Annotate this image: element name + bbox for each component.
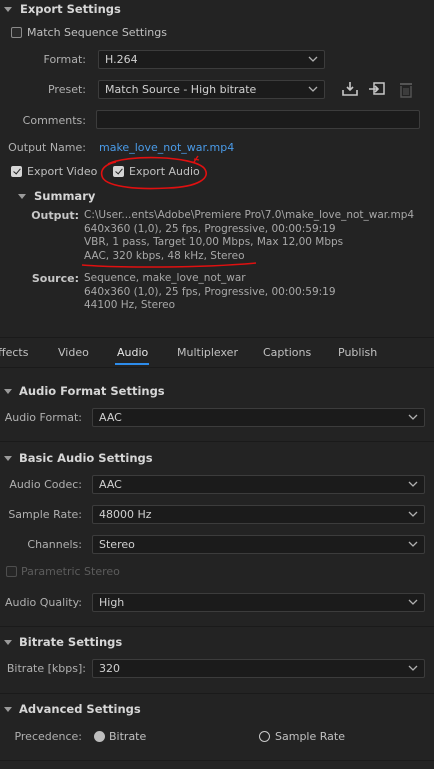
tab-publish[interactable]: Publish <box>338 346 377 359</box>
collapse-arrow-icon[interactable] <box>4 7 12 12</box>
bitrate-dropdown[interactable]: 320 <box>92 659 425 678</box>
chevron-down-icon <box>408 541 418 547</box>
tab-video[interactable]: Video <box>58 346 89 359</box>
channels-value: Stereo <box>99 538 135 551</box>
tabs-bottom-divider <box>0 367 434 368</box>
output-name-label: Output Name: <box>8 141 86 154</box>
chevron-down-icon <box>408 511 418 517</box>
audio-codec-value: AAC <box>99 478 122 491</box>
advanced-title: Advanced Settings <box>19 702 141 716</box>
annotation-circle <box>100 155 207 190</box>
bitrate-radio[interactable] <box>94 731 105 742</box>
preset-value: Match Source - High bitrate <box>105 83 257 96</box>
summary-title: Summary <box>34 189 96 203</box>
collapse-arrow-icon[interactable] <box>4 707 12 712</box>
chevron-down-icon <box>308 86 318 92</box>
bitrate-label: Bitrate [kbps]: <box>6 662 86 675</box>
summary-source-text: Sequence, make_love_not_war 640x360 (1,0… <box>84 272 336 311</box>
tab-effects[interactable]: ffects <box>0 346 28 359</box>
section-divider <box>0 693 434 694</box>
parametric-stereo-checkbox[interactable] <box>6 566 17 577</box>
audio-format-dropdown[interactable]: AAC <box>92 408 425 427</box>
parametric-stereo-label: Parametric Stereo <box>21 565 120 578</box>
sample-rate-label: Sample Rate: <box>8 508 82 521</box>
format-dropdown[interactable]: H.264 <box>98 50 325 69</box>
section-divider <box>0 626 434 627</box>
sample-rate-value: 48000 Hz <box>99 508 152 521</box>
preset-label: Preset: <box>47 83 86 96</box>
format-label: Format: <box>43 53 86 66</box>
sample-rate-radio-label: Sample Rate <box>275 730 345 743</box>
chevron-down-icon <box>408 599 418 605</box>
chevron-down-icon <box>308 56 318 62</box>
comments-input[interactable] <box>96 110 420 129</box>
annotation-underline <box>81 262 257 268</box>
bitrate-radio-label: Bitrate <box>109 730 147 743</box>
audio-codec-label: Audio Codec: <box>9 478 82 491</box>
delete-preset-icon[interactable] <box>398 81 414 98</box>
match-sequence-checkbox[interactable] <box>11 27 22 38</box>
comments-label: Comments: <box>22 114 86 127</box>
bitrate-value: 320 <box>99 662 120 675</box>
audio-format-label: Audio Format: <box>4 411 82 424</box>
export-video-checkbox[interactable] <box>11 166 22 177</box>
active-tab-underline <box>115 363 149 365</box>
match-sequence-label: Match Sequence Settings <box>27 26 167 39</box>
collapse-arrow-icon[interactable] <box>4 640 12 645</box>
summary-source-label: Source: <box>31 272 79 285</box>
format-value: H.264 <box>105 53 138 66</box>
tab-captions[interactable]: Captions <box>263 346 311 359</box>
collapse-arrow-icon[interactable] <box>4 456 12 461</box>
save-preset-icon[interactable] <box>341 81 359 97</box>
chevron-down-icon <box>408 414 418 420</box>
summary-output-text: C:\User...ents\Adobe\Premiere Pro\7.0\ma… <box>84 209 415 262</box>
precedence-label: Precedence: <box>14 730 82 743</box>
collapse-arrow-icon[interactable] <box>4 389 12 394</box>
audio-format-title: Audio Format Settings <box>19 384 165 398</box>
chevron-down-icon <box>408 481 418 487</box>
section-divider <box>0 760 434 761</box>
basic-audio-title: Basic Audio Settings <box>19 451 153 465</box>
chevron-down-icon <box>408 665 418 671</box>
section-divider <box>0 441 434 442</box>
sample-rate-radio[interactable] <box>259 731 270 742</box>
tab-multiplexer[interactable]: Multiplexer <box>177 346 238 359</box>
channels-dropdown[interactable]: Stereo <box>92 535 425 554</box>
export-settings-title: Export Settings <box>20 2 121 16</box>
import-preset-icon[interactable] <box>368 81 386 97</box>
audio-codec-dropdown[interactable]: AAC <box>92 475 425 494</box>
export-video-label: Export Video <box>27 165 98 178</box>
collapse-arrow-icon[interactable] <box>18 194 26 199</box>
preset-dropdown[interactable]: Match Source - High bitrate <box>98 80 325 99</box>
audio-format-value: AAC <box>99 411 122 424</box>
bitrate-title: Bitrate Settings <box>19 635 123 649</box>
audio-quality-value: High <box>99 596 125 609</box>
tab-audio[interactable]: Audio <box>117 346 148 359</box>
audio-quality-dropdown[interactable]: High <box>92 593 425 612</box>
summary-output-label: Output: <box>31 209 79 222</box>
channels-label: Channels: <box>27 538 82 551</box>
tabs-divider <box>0 337 434 338</box>
audio-quality-label: Audio Quality: <box>5 596 82 609</box>
sample-rate-dropdown[interactable]: 48000 Hz <box>92 505 425 524</box>
